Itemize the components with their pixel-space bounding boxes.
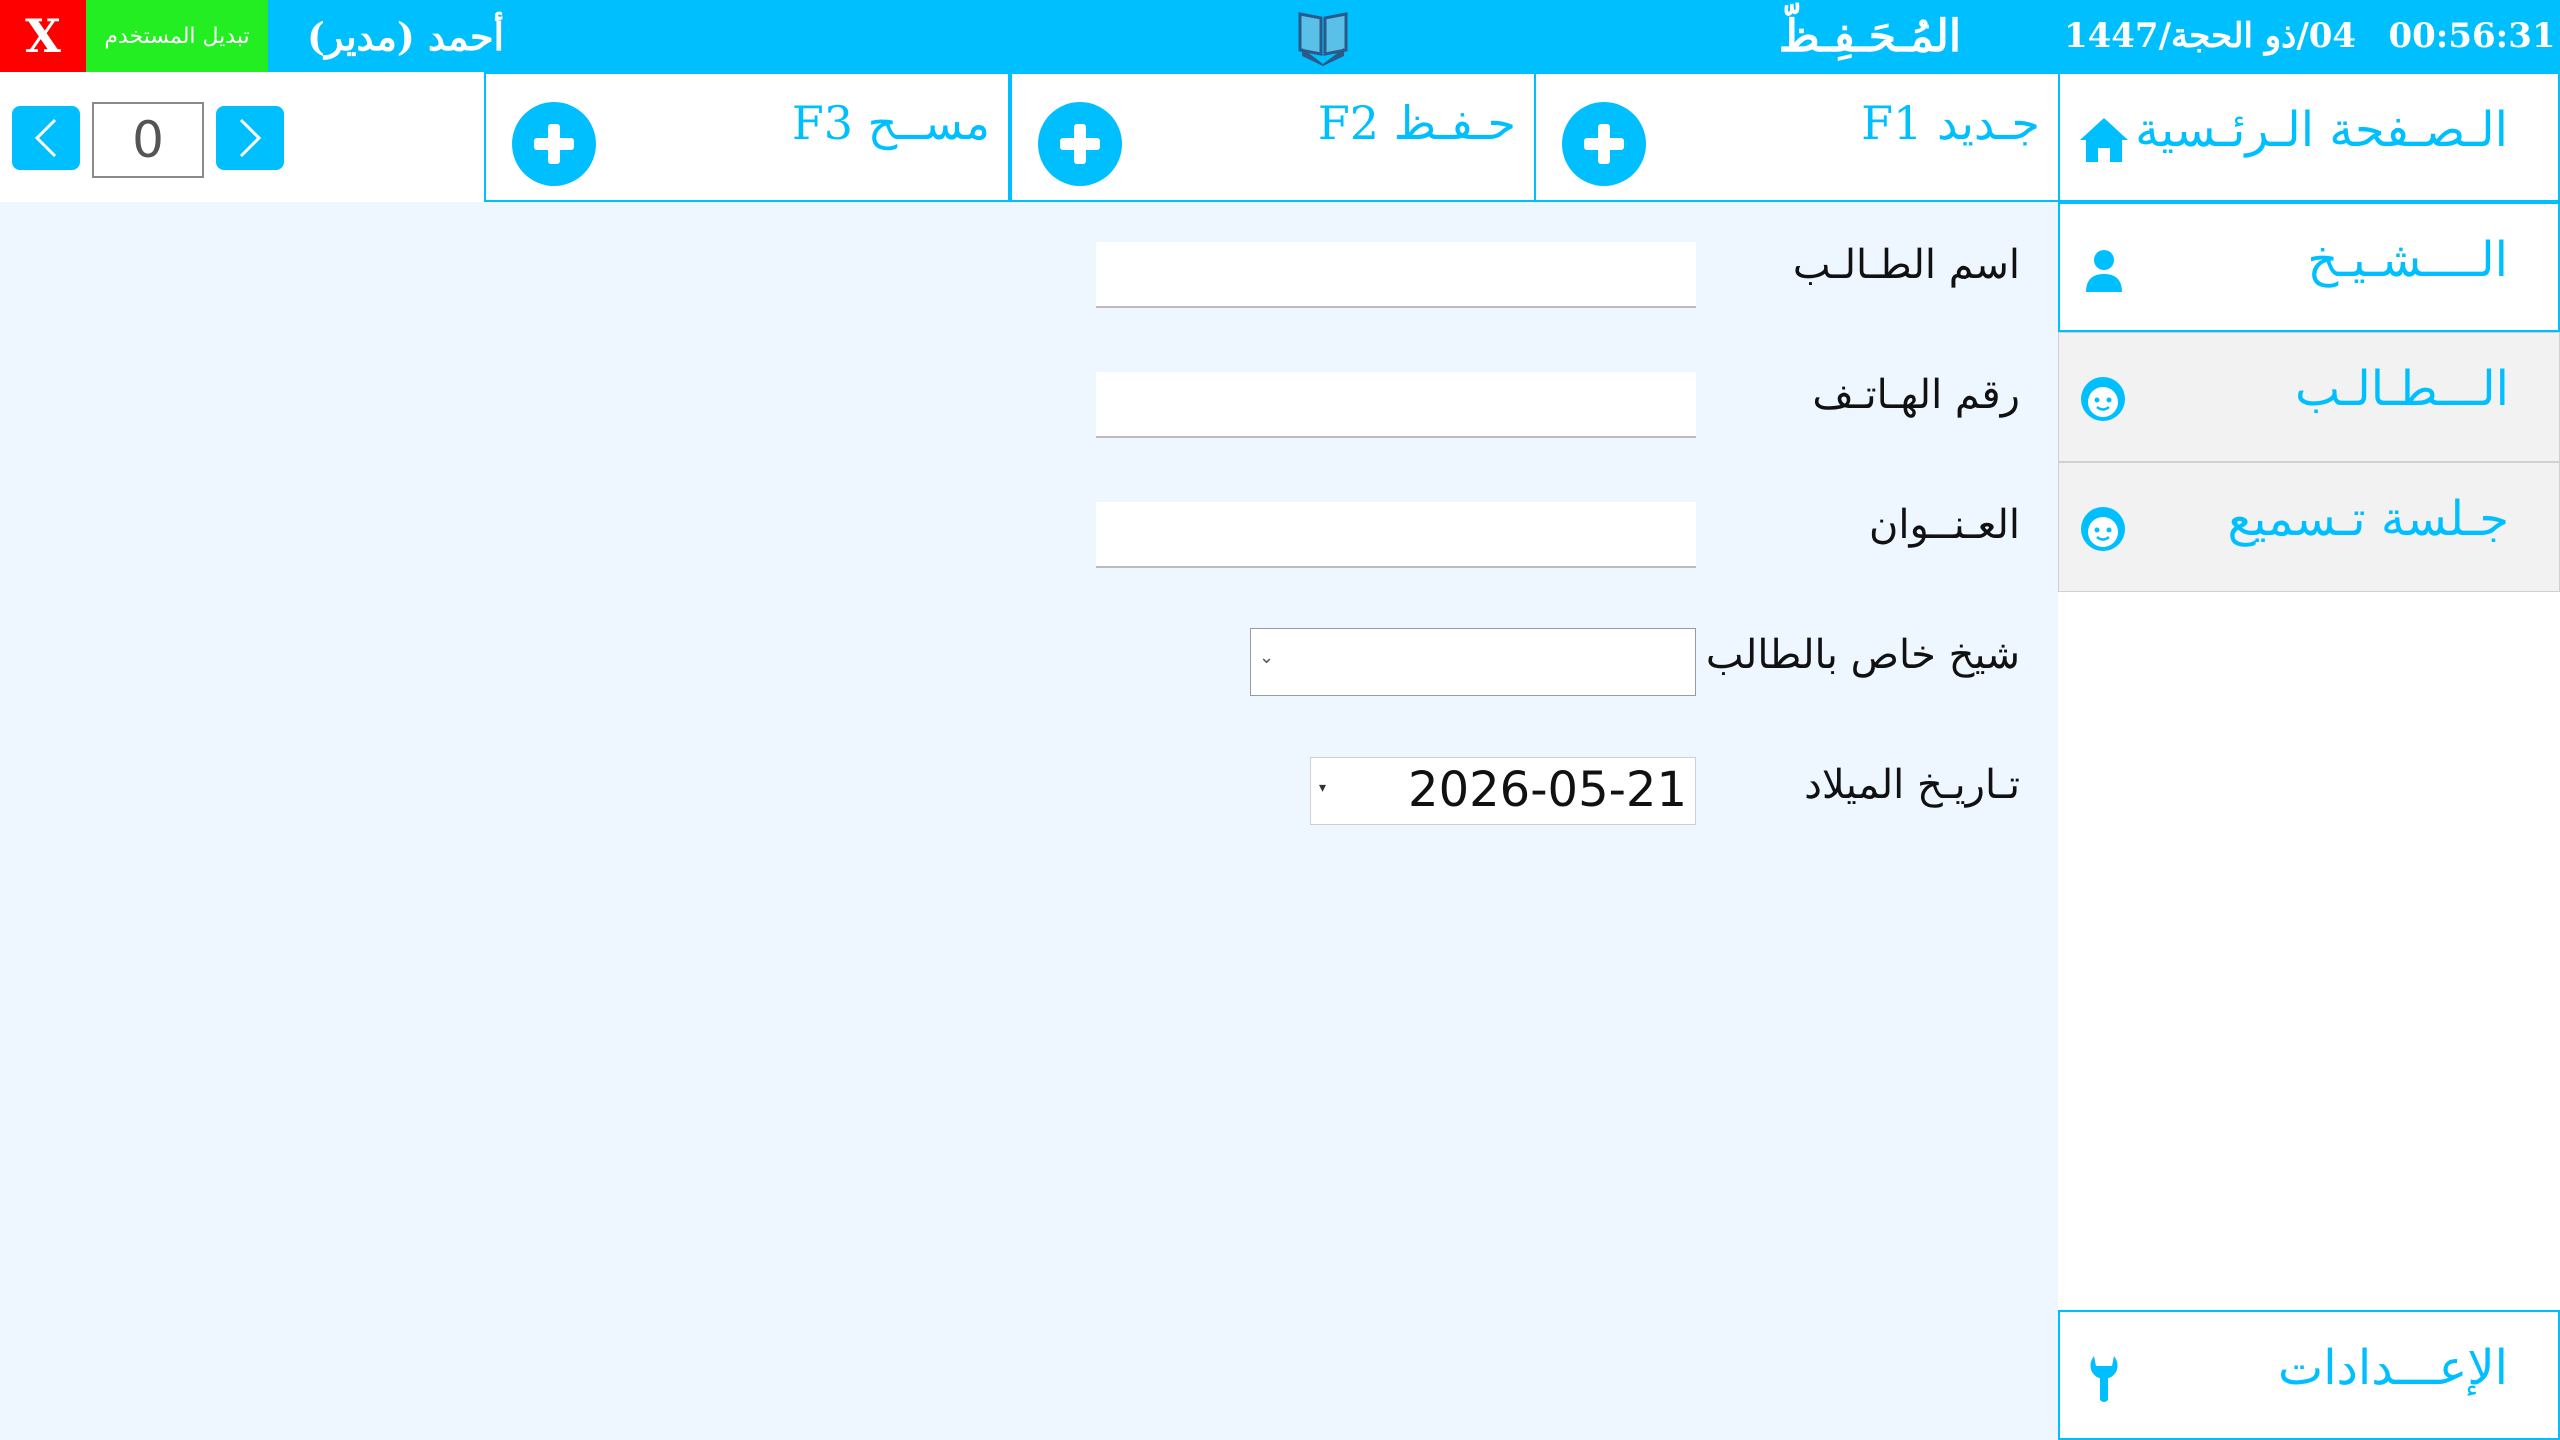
- clear-button-label: مســح F3: [791, 96, 990, 150]
- clock: 00:56:31: [2388, 16, 2556, 56]
- record-number: 0: [92, 102, 204, 178]
- phone-label: رقم الهـاتـف: [1812, 372, 2020, 418]
- sidebar-item-home[interactable]: الـصـفحة الـرئـسية: [2058, 72, 2560, 202]
- phone-input[interactable]: [1096, 372, 1696, 438]
- user-icon: [2086, 250, 2122, 292]
- sidebar-background: [2058, 592, 2560, 1310]
- app-title: المُـحَـفِـظّ: [1778, 10, 1962, 62]
- sidebar-item-label: الـــطـالـب: [2294, 361, 2509, 417]
- sheikh-select[interactable]: ⌄: [1250, 628, 1696, 696]
- dropdown-arrow-icon: ▾: [1319, 780, 1327, 796]
- student-name-label: اسم الطـالـب: [1792, 242, 2020, 288]
- plus-circle-icon: [1038, 102, 1122, 186]
- top-bar: X تبديل المستخدم أحمد (مدير) المُـحَـفِـ…: [0, 0, 2560, 72]
- chevron-left-icon: [34, 118, 57, 158]
- switch-user-button[interactable]: تبديل المستخدم: [86, 0, 268, 72]
- current-user-name: أحمد (مدير): [307, 13, 504, 59]
- wrench-icon: [2090, 1356, 2118, 1402]
- sheikh-label: شيخ خاص بالطالب: [1705, 632, 2020, 678]
- address-input[interactable]: [1096, 502, 1696, 568]
- save-button[interactable]: حـفـظ F2: [1010, 72, 1536, 202]
- clear-button[interactable]: مســح F3: [484, 72, 1010, 202]
- sidebar-item-session[interactable]: جـلسة تـسميع: [2058, 462, 2560, 592]
- sidebar-item-label: جـلسة تـسميع: [2227, 491, 2509, 547]
- sidebar-item-sheikh[interactable]: الــــشـيـخ: [2058, 202, 2560, 332]
- plus-circle-icon: [1562, 102, 1646, 186]
- close-button[interactable]: X: [0, 0, 86, 72]
- new-button-label: جـديد F1: [1861, 96, 2040, 150]
- chevron-down-icon: ⌄: [1259, 647, 1275, 668]
- birthdate-value: 2026-05-21: [1408, 762, 1687, 818]
- save-button-label: حـفـظ F2: [1317, 96, 1516, 150]
- sidebar-item-settings[interactable]: الإعـــدادات: [2058, 1310, 2560, 1440]
- record-pager: 0: [12, 102, 286, 178]
- birthdate-picker[interactable]: ▾ 2026-05-21: [1310, 757, 1696, 825]
- child-face-icon: [2081, 507, 2125, 551]
- next-record-button[interactable]: [216, 106, 284, 170]
- birthdate-label: تـاريـخ الميلاد: [1804, 762, 2020, 808]
- sidebar-item-student[interactable]: الـــطـالـب: [2058, 332, 2560, 462]
- address-label: العـنــوان: [1869, 502, 2020, 548]
- sidebar-item-label: الــــشـيـخ: [2307, 232, 2508, 288]
- chevron-right-icon: [239, 118, 262, 158]
- sidebar-item-label: الـصـفحة الـرئـسية: [2135, 102, 2508, 158]
- student-name-input[interactable]: [1096, 242, 1696, 308]
- quran-book-icon: [1298, 12, 1348, 66]
- home-icon: [2080, 118, 2128, 162]
- previous-record-button[interactable]: [12, 106, 80, 170]
- sidebar-item-label: الإعـــدادات: [2278, 1340, 2508, 1396]
- new-button[interactable]: جـديد F1: [1534, 72, 2060, 202]
- hijri-date: 04/ذو الحجة/1447: [2063, 16, 2357, 56]
- child-face-icon: [2081, 377, 2125, 421]
- plus-circle-icon: [512, 102, 596, 186]
